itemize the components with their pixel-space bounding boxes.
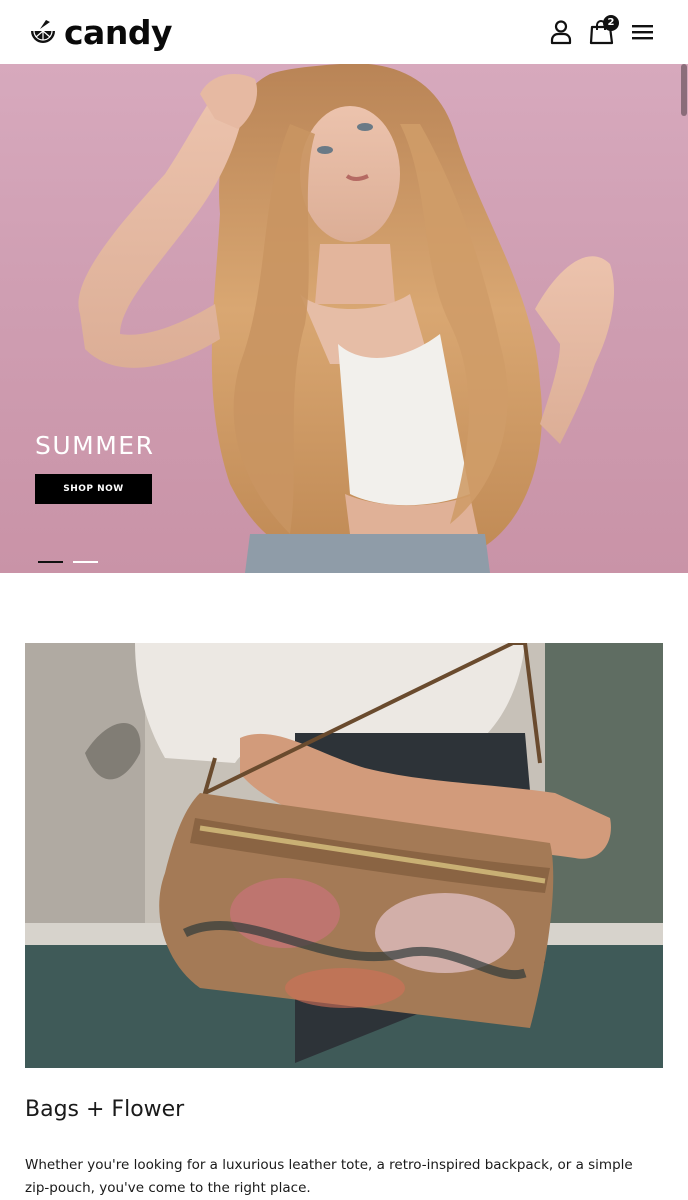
user-icon[interactable] bbox=[547, 18, 575, 46]
slide-dot-1[interactable] bbox=[38, 561, 63, 563]
page-scrollbar[interactable] bbox=[681, 64, 687, 116]
lemon-slice-icon bbox=[31, 20, 55, 43]
feature-title: Bags + Flower bbox=[25, 1097, 185, 1122]
cart-count-badge: 2 bbox=[603, 15, 619, 31]
site-header: candy 2 bbox=[0, 0, 688, 64]
slide-dot-2[interactable] bbox=[73, 561, 98, 563]
feature-description: Whether you're looking for a luxurious l… bbox=[25, 1157, 633, 1196]
hamburger-menu-icon[interactable] bbox=[630, 18, 658, 46]
bag-photo bbox=[25, 643, 663, 1068]
hero-title: SUMMER bbox=[35, 431, 155, 460]
brand-name: candy bbox=[64, 12, 172, 52]
hero-slideshow: SUMMER SHOP NOW bbox=[0, 64, 688, 573]
shop-now-button[interactable]: SHOP NOW bbox=[35, 474, 152, 504]
brand-logo-link[interactable]: candy bbox=[28, 12, 172, 52]
feature-image[interactable] bbox=[25, 643, 663, 1068]
